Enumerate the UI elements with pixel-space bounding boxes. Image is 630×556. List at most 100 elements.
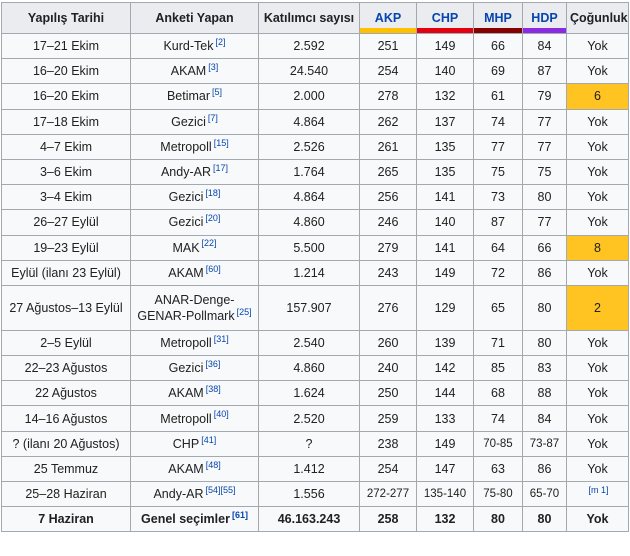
- cell-majority: Yok: [566, 430, 629, 457]
- party-link-akp[interactable]: AKP: [375, 11, 401, 25]
- reference-link[interactable]: [20]: [205, 213, 220, 223]
- pollster-name: AKAM: [168, 265, 204, 280]
- reference-link[interactable]: [17]: [213, 163, 228, 173]
- header-pollster: Anketi Yapan: [130, 2, 259, 34]
- cell-hdp-seats: 80: [522, 329, 567, 357]
- reference-link[interactable]: [2]: [216, 37, 226, 47]
- pollster-name: Gezici: [168, 215, 204, 230]
- cell-date: Eylül (ilanı 23 Eylül): [1, 259, 131, 286]
- reference-link[interactable]: [36]: [205, 359, 220, 369]
- party-color-bar-chp: [417, 28, 473, 33]
- table-row: 25 Temmuz AKAM [48] 1.412 254 147 63 86 Yok: [1, 455, 629, 483]
- cell-chp-seats: 149: [416, 430, 474, 457]
- cell-participants: 1.214: [258, 259, 360, 286]
- cell-date: 3–6 Ekim: [1, 158, 131, 186]
- cell-majority: Yok: [566, 108, 629, 135]
- reference-link[interactable]: [60]: [206, 264, 221, 274]
- party-color-bar-mhp: [474, 28, 522, 33]
- cell-majority: Yok: [566, 355, 629, 382]
- cell-majority: Yok: [566, 209, 629, 236]
- cell-chp-seats: 135: [416, 133, 474, 160]
- cell-mhp-seats: 69: [473, 58, 523, 85]
- cell-participants: 46.163.243: [258, 506, 360, 533]
- table-row: 3–4 Ekim Gezici [18] 4.864 256 141 73 80 Yok: [1, 184, 629, 211]
- reference-link[interactable]: [3]: [208, 62, 218, 72]
- cell-pollster: Metropoll [15]: [130, 133, 259, 160]
- table-row: 26–27 Eylül Gezici [20] 4.860 246 140 87 77 Yok: [1, 209, 629, 236]
- cell-pollster: Andy-AR [17]: [130, 158, 259, 186]
- cell-date: 14–16 Ağustos: [1, 405, 131, 432]
- cell-participants: 4.860: [258, 355, 360, 382]
- table-row: Eylül (ilanı 23 Eylül) AKAM [60] 1.214 243 14…: [1, 259, 629, 286]
- cell-majority: Yok: [566, 329, 629, 357]
- reference-link[interactable]: [15]: [214, 138, 229, 148]
- reference-link[interactable]: [18]: [205, 188, 220, 198]
- cell-mhp-seats: 63: [473, 455, 523, 483]
- reference-link[interactable]: [61]: [232, 510, 248, 520]
- reference-link[interactable]: [38]: [206, 384, 221, 394]
- note-link[interactable]: [m 1]: [588, 485, 608, 495]
- reference-link[interactable]: [31]: [214, 334, 229, 344]
- cell-mhp-seats: 70-85: [473, 430, 523, 457]
- cell-chp-seats: 140: [416, 58, 474, 85]
- header-mhp[interactable]: MHP: [473, 2, 523, 34]
- cell-chp-seats: 149: [416, 259, 474, 286]
- cell-chp-seats: 139: [416, 329, 474, 357]
- cell-majority: Yok: [566, 184, 629, 211]
- cell-majority: Yok: [566, 259, 629, 286]
- cell-akp-seats: 258: [359, 506, 417, 533]
- header-akp[interactable]: AKP: [359, 2, 417, 34]
- cell-hdp-seats: 73-87: [522, 430, 567, 457]
- cell-mhp-seats: 61: [473, 83, 523, 110]
- cell-pollster: Gezici [18]: [130, 184, 259, 211]
- cell-hdp-seats: 80: [522, 284, 567, 331]
- cell-hdp-seats: 66: [522, 234, 567, 261]
- pollster-name: AKAM: [170, 64, 207, 79]
- cell-hdp-seats: 80: [522, 506, 567, 533]
- cell-chp-seats: 149: [416, 32, 474, 60]
- pollster-name: Genel seçimler: [141, 512, 230, 527]
- cell-date: 19–23 Eylül: [1, 234, 131, 261]
- header-row: Yapılış Tarihi Anketi Yapan Katılımcı sa…: [1, 2, 629, 34]
- table-row: 25–28 Haziran Andy-AR [54][55] 1.556 272-277…: [1, 480, 629, 508]
- cell-mhp-seats: 73: [473, 184, 523, 211]
- reference-link[interactable]: [22]: [202, 238, 217, 248]
- cell-mhp-seats: 74: [473, 108, 523, 135]
- cell-pollster: Metropoll [40]: [130, 405, 259, 432]
- cell-participants: ?: [258, 430, 360, 457]
- cell-hdp-seats: 77: [522, 133, 567, 160]
- pollster-name: Metropoll: [160, 411, 212, 426]
- cell-majority: 2: [566, 284, 629, 331]
- cell-mhp-seats: 75: [473, 158, 523, 186]
- cell-date: 22–23 Ağustos: [1, 355, 131, 382]
- cell-majority: 8: [566, 234, 629, 261]
- cell-akp-seats: 238: [359, 430, 417, 457]
- reference-link[interactable]: [7]: [208, 113, 218, 123]
- party-link-hdp[interactable]: HDP: [531, 11, 557, 25]
- table-row: 16–20 Ekim AKAM [3] 24.540 254 140 69 87 Yok: [1, 58, 629, 85]
- reference-link[interactable]: [5]: [212, 87, 222, 97]
- cell-hdp-seats: 88: [522, 380, 567, 407]
- cell-hdp-seats: 84: [522, 405, 567, 432]
- cell-akp-seats: 240: [359, 355, 417, 382]
- header-chp[interactable]: CHP: [416, 2, 474, 34]
- reference-link[interactable]: [54][55]: [206, 485, 236, 495]
- reference-link[interactable]: [40]: [214, 409, 229, 419]
- reference-link[interactable]: [41]: [201, 435, 216, 445]
- cell-chp-seats: 129: [416, 284, 474, 331]
- cell-pollster: Kurd-Tek [2]: [130, 32, 259, 60]
- pollster-name: Gezici: [168, 361, 204, 376]
- pollster-name: Kurd-Tek: [163, 39, 214, 54]
- cell-pollster: Betimar [5]: [130, 83, 259, 110]
- cell-date: 25 Temmuz: [1, 455, 131, 483]
- pollster-name: Andy-AR: [153, 487, 204, 502]
- cell-majority: Yok: [566, 455, 629, 483]
- reference-link[interactable]: [25]: [237, 307, 252, 317]
- cell-majority: Yok: [566, 405, 629, 432]
- cell-akp-seats: 261: [359, 133, 417, 160]
- reference-link[interactable]: [48]: [206, 460, 221, 470]
- header-hdp[interactable]: HDP: [522, 2, 567, 34]
- party-link-chp[interactable]: CHP: [432, 11, 458, 25]
- party-link-mhp[interactable]: MHP: [484, 11, 512, 25]
- cell-akp-seats: 278: [359, 83, 417, 110]
